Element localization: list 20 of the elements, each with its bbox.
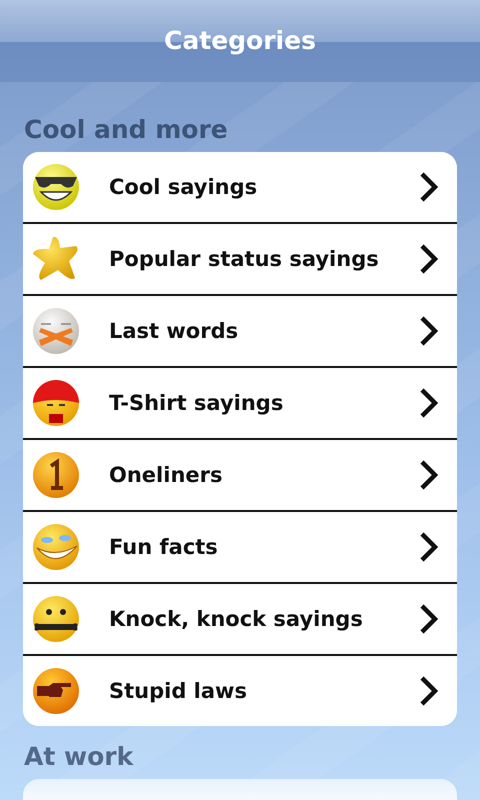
bone-mouth-smiley-icon <box>33 596 79 642</box>
chevron-right-icon <box>419 603 439 635</box>
chevron-right-icon <box>419 387 439 419</box>
chevron-right-icon <box>419 675 439 707</box>
chevron-right-icon <box>419 315 439 347</box>
taped-mouth-face-icon <box>33 308 79 354</box>
number-badge-icon <box>33 452 79 498</box>
screen-title: Categories <box>164 26 316 55</box>
chevron-right-icon <box>419 243 439 275</box>
pointing-hand-icon <box>33 668 79 714</box>
section-heading: Cool and more <box>24 115 229 144</box>
chevron-right-icon <box>419 171 439 203</box>
chevron-right-icon <box>419 459 439 491</box>
section-heading: At work <box>24 742 134 771</box>
sunglasses-smiley-icon <box>33 164 79 210</box>
star-blob-icon <box>33 236 78 280</box>
hat-smiley-icon <box>33 380 79 426</box>
grinning-smiley-icon <box>33 524 79 570</box>
category-row[interactable]: Cool sayings <box>23 152 457 224</box>
chevron-right-icon <box>419 531 439 563</box>
